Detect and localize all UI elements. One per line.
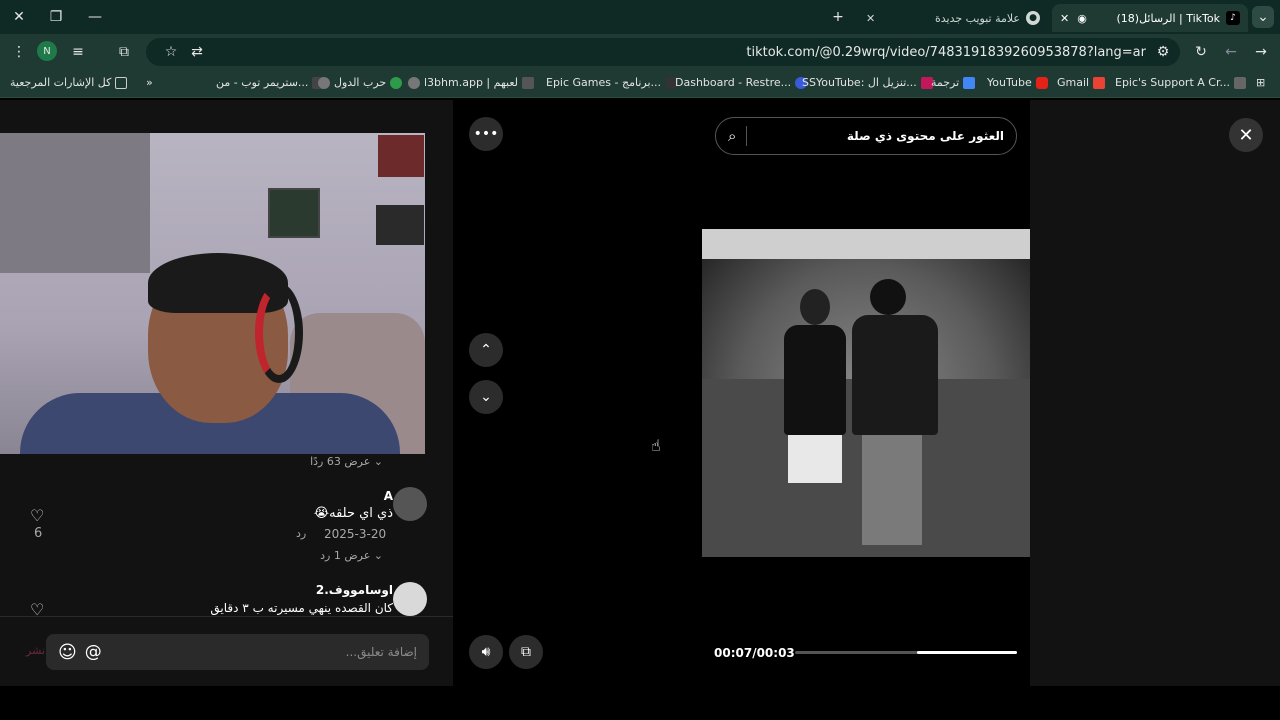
bookmark-star-icon[interactable]: ☆	[160, 41, 182, 63]
tab-search-icon[interactable]: ⌄	[1252, 6, 1274, 28]
tab-close-icon[interactable]: ✕	[866, 12, 875, 25]
mention-icon[interactable]: @	[85, 642, 102, 662]
new-tab-icon[interactable]: +	[827, 6, 849, 28]
translate-icon	[963, 76, 976, 89]
bookmark-favicon	[522, 76, 535, 89]
bookmark-favicon	[1233, 76, 1246, 89]
gmail-icon	[1093, 76, 1106, 89]
player-figure	[784, 289, 846, 557]
all-bookmarks[interactable]: كل الإشارات المرجعية	[10, 76, 128, 89]
chrome-icon: ●	[1026, 11, 1040, 25]
bookmark-item[interactable]: YouTube	[987, 76, 1048, 89]
comment-author[interactable]: A	[384, 489, 393, 503]
youtube-icon	[1035, 76, 1048, 89]
bookmark-item[interactable]: SSYouTube: تنزيل ال...	[802, 76, 933, 89]
comments-panel: عرض 63 ردًا ⌄ A ذي اي حلقه😭 2025-3-20 رد…	[0, 100, 453, 686]
bookmark-favicon	[390, 76, 403, 89]
bookmark-item[interactable]: ترجمة	[931, 76, 976, 89]
player-controls-area: ••• ⌃ ⌄ 🔊︎ ⧉ ☝	[453, 100, 702, 686]
bookmark-item[interactable]: Epic's Support A Cr...	[1115, 76, 1246, 89]
comment-text: كان القصده ينهي مسيرته ب ٣ دقايق	[210, 601, 393, 615]
emoji-icon[interactable]: ☺	[58, 642, 77, 663]
tiktok-icon: ♪	[1226, 11, 1240, 25]
avatar[interactable]	[393, 582, 427, 616]
bookmark-item[interactable]: ستريمر توب - من...	[216, 76, 325, 89]
stadium-stands	[702, 229, 1030, 259]
webcam-overlay	[0, 133, 425, 454]
bookmarks-bar: كل الإشارات المرجعية » ستريمر توب - من..…	[0, 70, 1280, 98]
wall-shelf	[378, 135, 424, 177]
like-count: 6	[34, 526, 43, 541]
back-icon[interactable]: →	[1250, 41, 1272, 63]
tab-tiktok[interactable]: ✕ ◉ (18)الرسائل | TikTok ♪	[1052, 4, 1248, 32]
tab-new-tab[interactable]: ✕ علامة تبويب جديدة ●	[858, 4, 1048, 32]
close-window-icon[interactable]: ✕	[8, 6, 30, 28]
address-bar[interactable]: ☆ ⇄ tiktok.com/@0.29wrq/video/7483191839…	[146, 38, 1180, 66]
globe-icon	[318, 76, 330, 89]
reply-button[interactable]: رد	[296, 527, 306, 540]
tab-label: علامة تبويب جديدة	[934, 11, 1020, 25]
bookmark-item[interactable]: Epic Games - برنامج...	[546, 76, 678, 89]
minimize-window-icon[interactable]: —	[84, 6, 106, 28]
progress-fill	[917, 651, 1017, 654]
comment-input[interactable]: ☺ @ إضافة تعليق...	[46, 634, 429, 670]
tiktok-page: عرض 63 ردًا ⌄ A ذي اي حلقه😭 2025-3-20 رد…	[0, 100, 1280, 686]
tab-close-icon[interactable]: ✕	[1060, 12, 1069, 25]
bookmark-item[interactable]: Dashboard - Restre...	[675, 76, 808, 89]
search-placeholder: العثور على محتوى ذي صلة	[846, 129, 1004, 143]
comment-placeholder: إضافة تعليق...	[345, 645, 417, 659]
video-frame[interactable]	[702, 229, 1030, 557]
menu-icon[interactable]: ⋮	[8, 41, 30, 63]
title-bar: ✕ ❐ — + ✕ علامة تبويب جديدة ● ✕ ◉ (18)ال…	[0, 0, 1280, 34]
media-control-icon[interactable]: ≡	[67, 41, 89, 63]
comment-author[interactable]: اوسامووف.2	[316, 583, 393, 597]
translate-icon[interactable]: ⇄	[186, 41, 208, 63]
volume-icon[interactable]: 🔊︎	[469, 635, 503, 669]
url-text: tiktok.com/@0.29wrq/video/74831918392609…	[746, 44, 1146, 60]
progress-bar[interactable]	[795, 651, 1017, 654]
picture-in-picture-icon[interactable]: ⧉	[509, 635, 543, 669]
divider	[746, 126, 748, 146]
tab-label: (18)الرسائل | TikTok	[1116, 11, 1221, 25]
more-options-icon[interactable]: •••	[469, 117, 503, 151]
post-button[interactable]: نشر	[26, 644, 45, 657]
bookmark-item[interactable]: حرب الدول	[318, 76, 403, 89]
mouse-cursor: ☝	[651, 436, 661, 455]
window-shade	[0, 133, 150, 273]
coach-figure	[852, 279, 938, 557]
search-icon[interactable]: ⌕	[728, 127, 736, 145]
folder-icon	[115, 76, 128, 89]
wall-shelf	[268, 188, 320, 238]
apps-grid-icon[interactable]: ⊞	[1256, 76, 1265, 89]
search-input[interactable]: ⌕ العثور على محتوى ذي صلة	[715, 117, 1017, 155]
globe-icon	[408, 76, 420, 89]
audio-icon[interactable]: ◉	[1077, 12, 1087, 25]
bookmark-item[interactable]: Gmail	[1057, 76, 1106, 89]
previous-video-button[interactable]: ⌃	[469, 333, 503, 367]
restore-window-icon[interactable]: ❐	[45, 6, 67, 28]
like-icon[interactable]: ♡	[30, 506, 44, 525]
forward-icon[interactable]: ←	[1220, 41, 1242, 63]
profile-avatar[interactable]: N	[37, 41, 57, 61]
comment-date: 2025-3-20	[324, 527, 387, 541]
avatar[interactable]	[393, 487, 427, 521]
divider	[0, 616, 453, 617]
close-icon[interactable]: ✕	[1229, 118, 1263, 152]
extensions-icon[interactable]: ⧉	[113, 41, 135, 63]
comment-text: ذي اي حلقه😭	[313, 506, 393, 521]
reload-icon[interactable]: ↻	[1190, 41, 1212, 63]
next-video-button[interactable]: ⌄	[469, 380, 503, 414]
video-player: ⌕ العثور على محتوى ذي صلة 00:07/00:03	[702, 100, 1030, 686]
video-time: 00:07/00:03	[714, 646, 795, 660]
bookmark-item[interactable]: l3bhm.app | لعبهم	[408, 76, 535, 89]
view-replies-button[interactable]: عرض 1 رد ⌄	[320, 549, 383, 562]
headphones	[255, 283, 303, 383]
right-backdrop	[1030, 100, 1280, 686]
toolbar: ⋮ N ≡ ⧉ ☆ ⇄ tiktok.com/@0.29wrq/video/74…	[0, 34, 1280, 70]
view-replies-button[interactable]: عرض 63 ردًا ⌄	[310, 455, 383, 468]
more-bookmarks-icon[interactable]: »	[146, 76, 153, 89]
site-info-icon[interactable]: ⚙	[1152, 41, 1174, 63]
wall-poster	[376, 205, 424, 245]
